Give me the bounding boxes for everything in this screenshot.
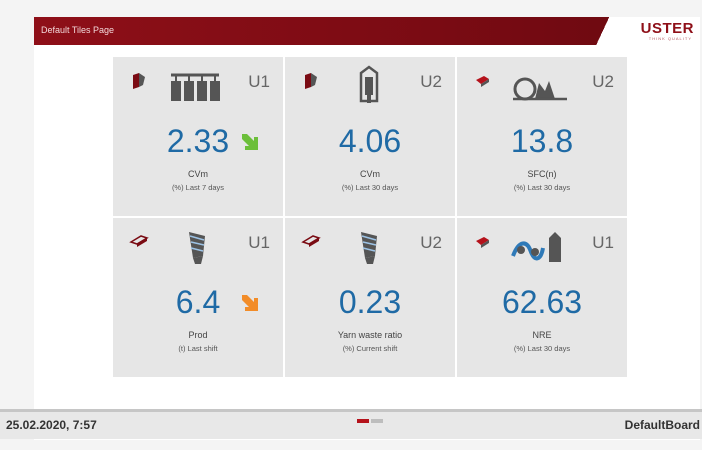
status-bar: 25.02.2020, 7:57 DefaultBoard	[0, 409, 702, 439]
roller-small-icon	[301, 235, 321, 247]
kpi-period: (t) Last shift	[178, 344, 218, 353]
trend-arrow-icon	[242, 295, 258, 311]
fiber-roll-icon	[513, 77, 567, 101]
tile-sfc-u2[interactable]: U2 13.8 SFC(n) (%) Last 30 days	[457, 57, 627, 216]
kpi-period: (%) Last 30 days	[513, 344, 571, 353]
kpi-label: SFC(n)	[527, 169, 557, 179]
kpi-value: 62.63	[501, 284, 583, 320]
kpi-period: (%) Last 30 days	[513, 183, 571, 192]
fiber-small-icon	[476, 76, 489, 87]
kpi-value: 4.06	[338, 123, 402, 159]
logo-text: USTER	[640, 20, 694, 37]
tile-nre-u1[interactable]: U1 62.63 NRE (%) Last 30 days	[457, 218, 627, 377]
kpi-label: Prod	[188, 330, 208, 340]
kpi-label: CVm	[360, 169, 380, 179]
page-header: Default Tiles Page USTER THINK QUALITY	[34, 17, 700, 45]
tile-yarn-waste-u2[interactable]: U2 0.23 Yarn waste ratio (%) Current shi…	[285, 218, 455, 377]
dashboard-screen: Default Tiles Page USTER THINK QUALITY U…	[34, 17, 700, 440]
kpi-period: (%) Last 7 days	[171, 183, 225, 192]
unit-label: U1	[592, 233, 614, 252]
kpi-value: 0.23	[338, 284, 402, 320]
kpi-value: 6.4	[175, 284, 221, 320]
bobbin-icon	[359, 65, 379, 103]
cone-icon	[361, 232, 377, 264]
datetime-label: 25.02.2020, 7:57	[6, 418, 97, 432]
tile-prod-u1[interactable]: U1 6.4 Prod (t) Last shift	[113, 218, 283, 377]
kpi-value: 2.33	[166, 123, 230, 159]
kpi-period: (%) Current shift	[342, 344, 398, 353]
cone-icon	[189, 232, 205, 264]
kpi-label: CVm	[188, 169, 208, 179]
page-dot[interactable]	[371, 419, 383, 423]
unit-label: U2	[420, 72, 442, 91]
machine-small-icon	[133, 73, 145, 89]
board-name: DefaultBoard	[624, 418, 700, 432]
tile-cvm-u1[interactable]: U1 2.33 CVm (%) Last 7 days	[113, 57, 283, 216]
kpi-label: Yarn waste ratio	[337, 330, 403, 340]
kpi-label: NRE	[532, 330, 552, 340]
tile-cvm-u2[interactable]: U2 4.06 CVm (%) Last 30 days	[285, 57, 455, 216]
kpi-value: 13.8	[510, 123, 574, 159]
trend-arrow-icon	[242, 134, 258, 150]
unit-label: U2	[420, 233, 442, 252]
page-indicator[interactable]	[357, 419, 383, 423]
unit-label: U1	[248, 72, 270, 91]
brand-logo: USTER THINK QUALITY	[580, 17, 700, 45]
kpi-period: (%) Last 30 days	[341, 183, 399, 192]
machine-small-icon	[305, 73, 317, 89]
unit-label: U2	[592, 72, 614, 91]
page-title: Default Tiles Page	[41, 25, 115, 35]
unit-label: U1	[248, 233, 270, 252]
winding-icon	[511, 232, 561, 262]
fiber-small-icon	[476, 237, 489, 248]
page-dot-active[interactable]	[357, 419, 369, 423]
roller-small-icon	[129, 235, 149, 247]
yarn-bobbins-icon	[171, 73, 220, 101]
tile-grid: U1 2.33 CVm (%) Last 7 days U2 4.06 CVm …	[113, 57, 627, 377]
logo-tagline: THINK QUALITY	[648, 36, 692, 41]
